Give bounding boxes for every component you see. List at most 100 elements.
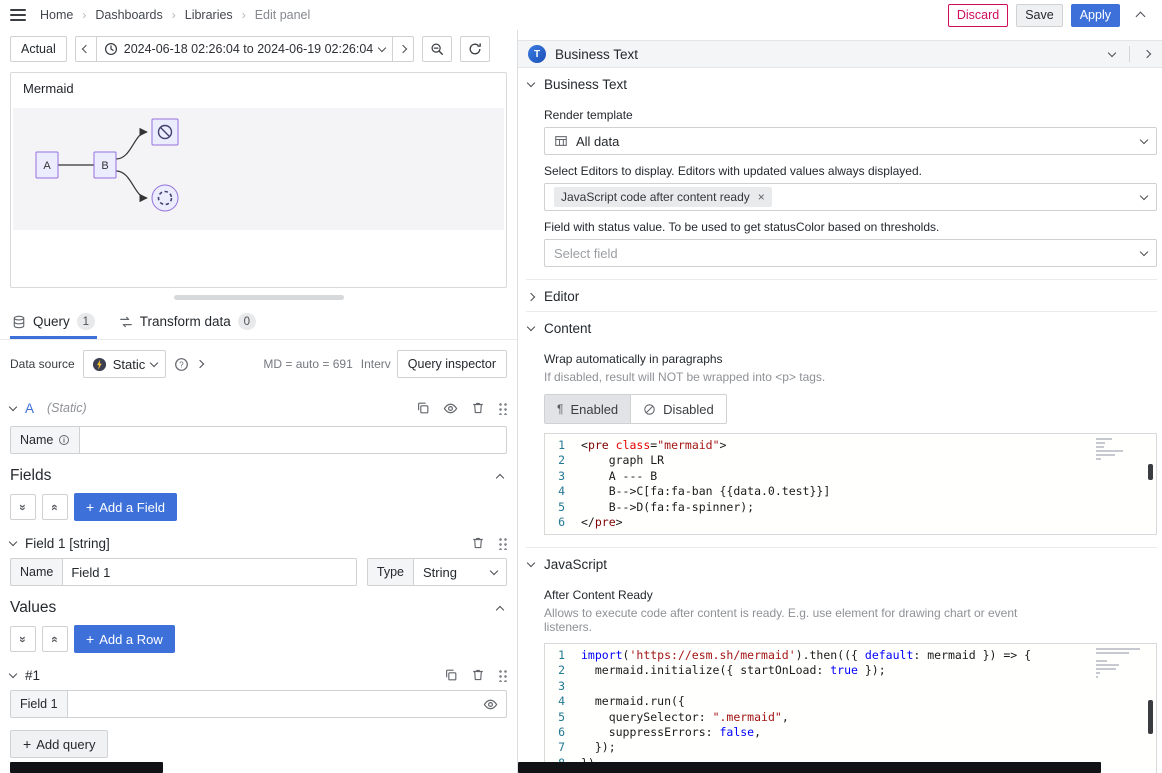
datasource-expand-icon[interactable] (196, 360, 204, 368)
field-type-select[interactable]: String (413, 558, 507, 586)
drag-handle-icon[interactable] (498, 402, 507, 415)
drag-handle-icon[interactable] (498, 669, 507, 682)
eye-icon[interactable] (483, 697, 498, 712)
section-content-header[interactable]: Content (526, 312, 1157, 343)
query-row-header[interactable]: A (Static) (10, 394, 507, 422)
values-section-header[interactable]: Values (10, 598, 507, 618)
collapse-header-button[interactable] (1128, 3, 1152, 27)
breadcrumb-item[interactable]: Dashboards (95, 8, 162, 22)
section-business-text-header[interactable]: Business Text (526, 68, 1157, 99)
drag-handle-icon[interactable] (498, 537, 507, 550)
status-field-label: Field with status value. To be used to g… (544, 220, 1157, 234)
query-name-input[interactable] (79, 426, 507, 454)
grafana-edit-panel: Home›Dashboards›Libraries›Edit panel Dis… (0, 0, 1162, 773)
editor-scrollbar-thumb[interactable] (1148, 464, 1153, 480)
time-shift-back-button[interactable] (75, 36, 97, 62)
tab-transform-label: Transform data (140, 314, 231, 329)
collapse-all-button[interactable]: » (10, 494, 36, 520)
value-field-input[interactable] (76, 697, 477, 712)
panel-edit-left-pane: Actual 2024-06-18 02:26:04 to 2024-06-19… (0, 30, 517, 773)
plus-icon: + (86, 499, 94, 515)
field-item-header[interactable]: Field 1 [string] (10, 532, 507, 554)
content-code-editor[interactable]: 1<pre class="mermaid">2 graph LR3 A --- … (544, 433, 1157, 535)
fields-heading: Fields (10, 467, 51, 485)
add-field-button[interactable]: + Add a Field (74, 493, 177, 521)
help-icon[interactable]: ? (174, 357, 189, 372)
section-editor-header[interactable]: Editor (526, 280, 1157, 311)
code-lines: 1import('https://esm.sh/mermaid').then((… (545, 644, 1156, 773)
pane-collapse-icon[interactable] (1108, 48, 1116, 56)
query-name-row: Name (10, 426, 507, 454)
pane-close-icon[interactable] (1143, 50, 1151, 58)
collapse-icon (496, 473, 504, 481)
section-business-text: Business Text Render template All data S… (526, 68, 1157, 279)
plus-icon: + (23, 736, 31, 752)
wrap-disabled-option[interactable]: Disabled (630, 395, 726, 423)
editors-multiselect[interactable]: JavaScript code after content ready × (544, 183, 1157, 211)
wrap-enabled-option[interactable]: ¶ Enabled (545, 395, 630, 423)
javascript-code-editor[interactable]: 1import('https://esm.sh/mermaid').then((… (544, 643, 1157, 773)
breadcrumb-item[interactable]: Edit panel (255, 8, 311, 22)
minimap[interactable] (1096, 648, 1140, 680)
double-chevron-down-icon: » (16, 636, 30, 642)
breadcrumb-item[interactable]: Libraries (185, 8, 233, 22)
editor-scrollbar-thumb[interactable] (1148, 700, 1153, 734)
horizontal-scrollbar-thumb[interactable] (518, 762, 1101, 773)
discard-button[interactable]: Discard (948, 4, 1008, 27)
query-editor: A (Static) Name (10, 378, 507, 758)
panel-resize-handle[interactable] (174, 295, 344, 300)
add-query-button[interactable]: + Add query (10, 730, 108, 758)
chevron-down-icon (150, 358, 158, 366)
table-icon (554, 134, 568, 148)
code-line: 6</pre> (545, 515, 1156, 530)
time-picker-group: 2024-06-18 02:26:04 to 2024-06-19 02:26:… (75, 36, 415, 62)
duplicate-icon[interactable] (416, 401, 430, 415)
trash-icon[interactable] (471, 668, 485, 682)
time-range-picker[interactable]: 2024-06-18 02:26:04 to 2024-06-19 02:26:… (96, 36, 394, 62)
chevron-down-icon (1140, 135, 1148, 143)
time-shift-forward-button[interactable] (392, 36, 414, 62)
query-inspector-button[interactable]: Query inspector (397, 350, 507, 378)
tab-query[interactable]: Query 1 (10, 307, 97, 339)
duplicate-icon[interactable] (444, 668, 458, 682)
remove-tag-icon[interactable]: × (758, 190, 765, 204)
node-b: B (94, 152, 116, 178)
trash-icon[interactable] (471, 401, 485, 415)
horizontal-scrollbar-thumb[interactable] (10, 762, 163, 773)
query-stats-clipped: Interv (361, 357, 391, 371)
datasource-picker[interactable]: Static (83, 350, 167, 378)
add-row-button[interactable]: + Add a Row (74, 625, 175, 653)
zoom-out-icon (430, 42, 444, 56)
chevron-down-icon (9, 402, 17, 410)
value-row-header[interactable]: #1 (10, 664, 507, 686)
apply-button[interactable]: Apply (1071, 4, 1120, 27)
chevron-down-icon (9, 669, 17, 677)
actual-button[interactable]: Actual (10, 36, 67, 62)
zoom-out-button[interactable] (422, 36, 452, 62)
panel-title[interactable]: Mermaid (11, 79, 506, 98)
field-name-input[interactable] (62, 558, 357, 586)
section-javascript-header[interactable]: JavaScript (526, 548, 1157, 579)
chevron-left-icon (82, 45, 90, 53)
tab-transform-data[interactable]: Transform data 0 (117, 307, 258, 339)
collapse-all-button[interactable]: » (10, 626, 36, 652)
fields-section-header[interactable]: Fields (10, 466, 507, 486)
status-field-select[interactable]: Select field (544, 239, 1157, 267)
render-template-label: Render template (544, 108, 1157, 122)
chevron-up-icon (1135, 12, 1145, 22)
trash-icon[interactable] (471, 536, 485, 550)
menu-icon[interactable] (10, 9, 26, 21)
transform-count-badge: 0 (238, 313, 256, 330)
render-template-select[interactable]: All data (544, 127, 1157, 155)
refresh-button[interactable] (460, 36, 490, 62)
section-javascript: JavaScript After Content Ready Allows to… (526, 547, 1157, 773)
chevron-right-icon (399, 45, 407, 53)
chevron-down-icon (1140, 247, 1148, 255)
save-button[interactable]: Save (1016, 4, 1063, 27)
breadcrumb-item[interactable]: Home (40, 8, 73, 22)
value-field-row: Field 1 (10, 690, 507, 718)
expand-all-button[interactable]: « (42, 494, 68, 520)
expand-all-button[interactable]: « (42, 626, 68, 652)
eye-icon[interactable] (443, 401, 458, 416)
minimap[interactable] (1096, 438, 1140, 462)
